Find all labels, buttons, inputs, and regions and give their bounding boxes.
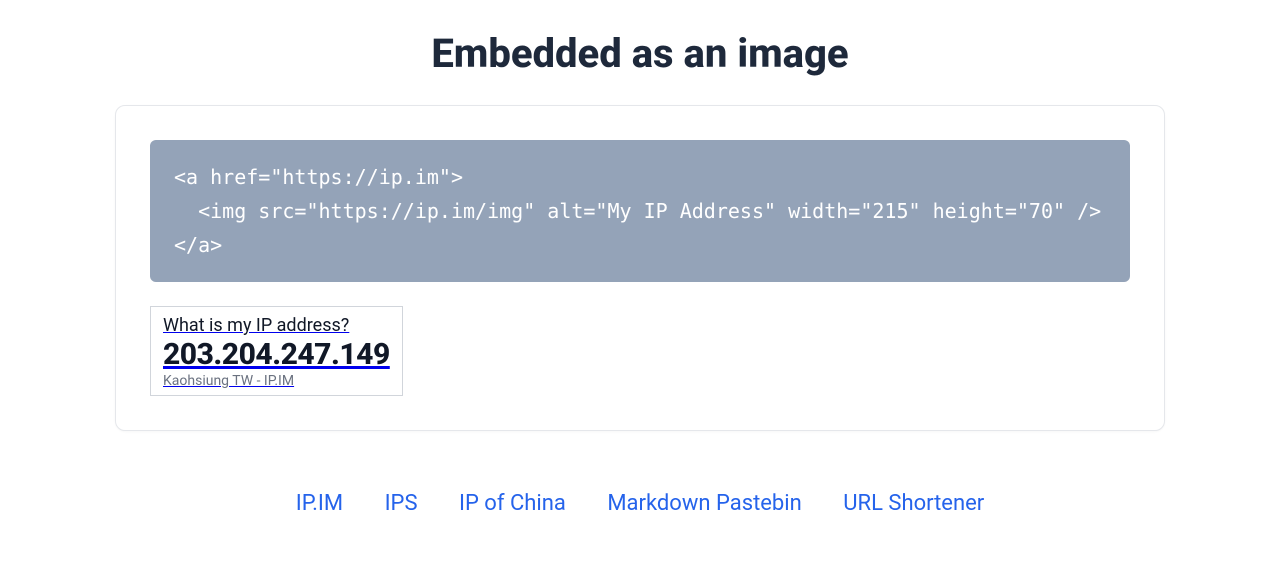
footer-link-ipim[interactable]: IP.IM: [296, 491, 343, 516]
page-title: Embedded as an image: [0, 30, 1280, 77]
code-snippet[interactable]: <a href="https://ip.im"> <img src="https…: [150, 140, 1130, 282]
footer-link-ips[interactable]: IPS: [385, 491, 418, 516]
ip-question-label: What is my IP address?: [163, 315, 390, 336]
footer-link-ip-of-china[interactable]: IP of China: [459, 491, 566, 516]
footer-link-markdown-pastebin[interactable]: Markdown Pastebin: [607, 491, 801, 516]
footer-links: IP.IM IPS IP of China Markdown Pastebin …: [0, 491, 1280, 516]
footer-link-url-shortener[interactable]: URL Shortener: [843, 491, 984, 516]
ip-widget-link[interactable]: What is my IP address? 203.204.247.149 K…: [150, 306, 403, 396]
ip-address-value: 203.204.247.149: [163, 338, 390, 371]
embed-card: <a href="https://ip.im"> <img src="https…: [115, 105, 1165, 431]
ip-location-label: Kaohsiung TW - IP.IM: [163, 373, 390, 389]
